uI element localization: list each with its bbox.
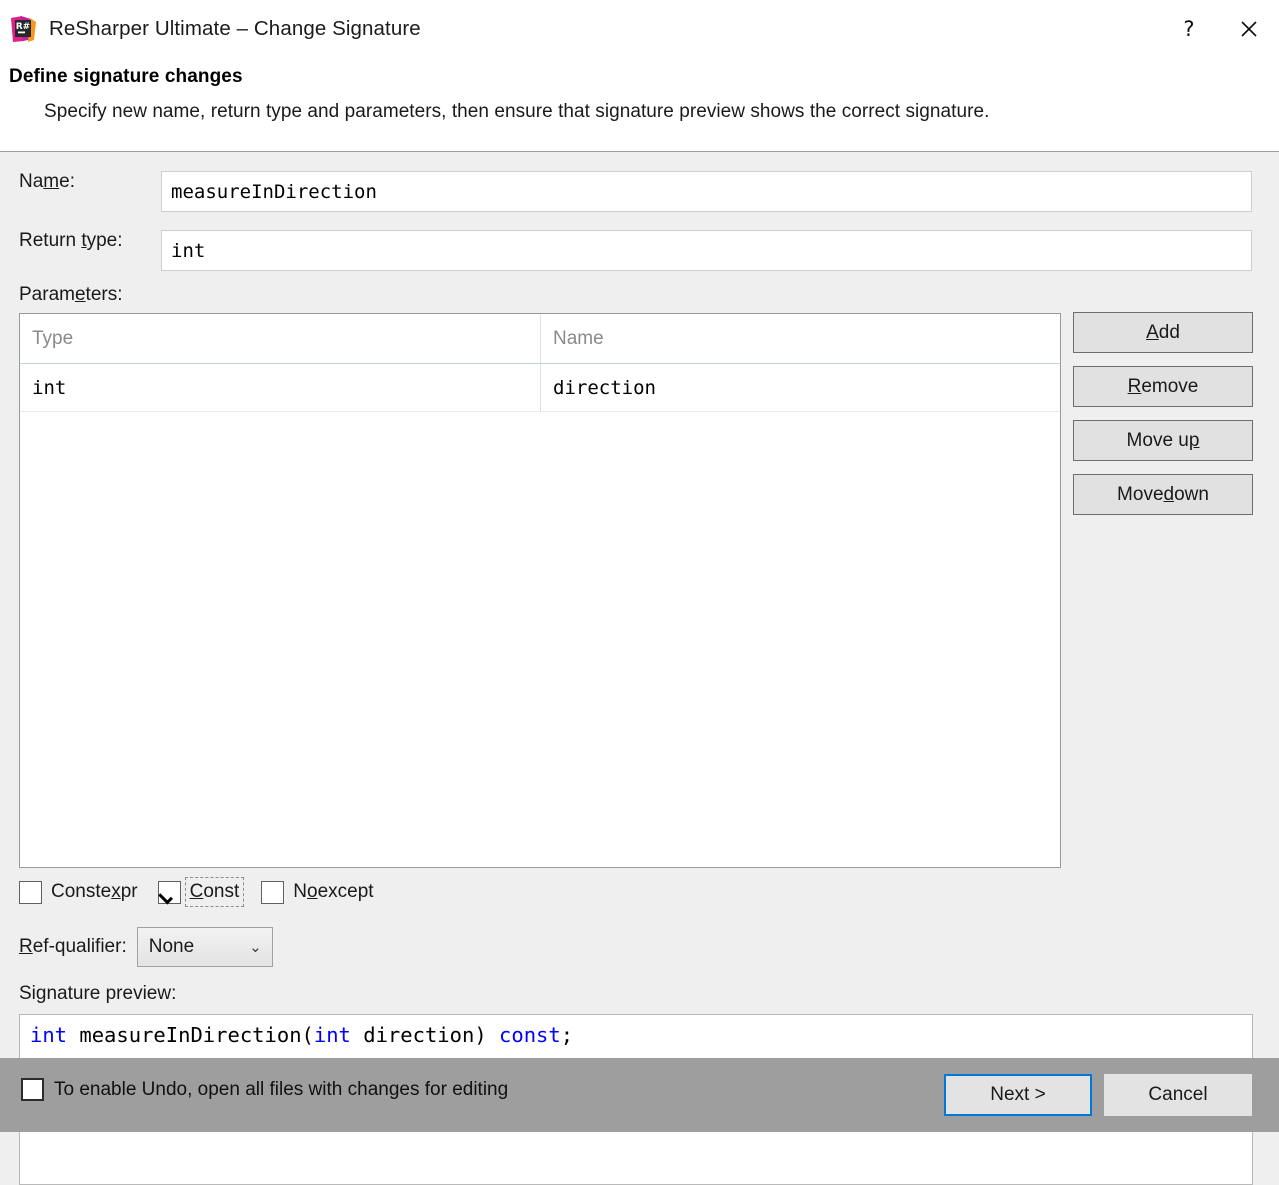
sig-token-2: int xyxy=(313,1023,351,1047)
ref-qualifier-label: Ref-qualifier: xyxy=(19,936,127,957)
constexpr-label[interactable]: Constexpr xyxy=(51,881,138,903)
name-label: Name: xyxy=(19,171,75,192)
undo-option[interactable]: To enable Undo, open all files with chan… xyxy=(21,1078,508,1101)
sig-token-5: ; xyxy=(560,1023,574,1047)
ref-qualifier-row: Ref-qualifier: None ⌄ xyxy=(19,927,273,967)
column-header-type[interactable]: Type xyxy=(20,314,541,363)
resharper-logo-icon: R# xyxy=(9,15,37,43)
svg-text:R#: R# xyxy=(16,22,30,32)
remove-button[interactable]: Remove xyxy=(1073,366,1253,407)
const-checkbox[interactable] xyxy=(157,880,181,904)
cell-type[interactable]: int xyxy=(20,364,541,411)
name-row: Name: measureInDirection xyxy=(0,171,1279,212)
name-input-value: measureInDirection xyxy=(171,180,377,203)
title-bar-buttons: ? xyxy=(1159,0,1279,57)
help-icon[interactable]: ? xyxy=(1159,0,1219,57)
close-icon[interactable] xyxy=(1219,0,1279,57)
ref-qualifier-value: None xyxy=(148,936,195,957)
modifier-options-row: Constexpr Const Noexcept xyxy=(19,877,374,907)
sig-token-3: direction) xyxy=(350,1023,500,1047)
undo-checkbox[interactable] xyxy=(21,1078,44,1101)
parameters-table-header: Type Name xyxy=(20,314,1060,364)
next-button[interactable]: Next > xyxy=(944,1074,1092,1116)
dialog-header: Define signature changes Specify new nam… xyxy=(0,57,1279,152)
dialog-footer: To enable Undo, open all files with chan… xyxy=(0,1058,1279,1132)
footer-buttons: Next > Cancel xyxy=(944,1074,1252,1116)
noexcept-label[interactable]: Noexcept xyxy=(293,881,373,903)
change-signature-dialog: R# ReSharper Ultimate – Change Signature… xyxy=(0,0,1279,1185)
option-noexcept[interactable]: Noexcept xyxy=(261,880,374,904)
return-type-input[interactable]: int xyxy=(161,230,1252,271)
ref-qualifier-select[interactable]: None ⌄ xyxy=(136,927,273,967)
parameters-table[interactable]: Type Name int direction xyxy=(19,313,1061,868)
dialog-body: Name: measureInDirection Return type: in… xyxy=(0,152,1279,1185)
option-const[interactable]: Const xyxy=(157,877,245,907)
cancel-button[interactable]: Cancel xyxy=(1104,1074,1252,1116)
sig-token-1: measureInDirection( xyxy=(67,1023,314,1047)
move-up-button[interactable]: Move up xyxy=(1073,420,1253,461)
name-input[interactable]: measureInDirection xyxy=(161,171,1252,212)
parameter-action-buttons: Add Remove Move up Move d own xyxy=(1073,312,1253,515)
parameters-label: Parameters: xyxy=(19,284,123,305)
const-label[interactable]: Const xyxy=(184,877,245,907)
page-title: Define signature changes xyxy=(9,66,243,87)
chevron-down-icon: ⌄ xyxy=(249,938,262,956)
window-title: ReSharper Ultimate – Change Signature xyxy=(49,16,421,40)
sig-token-0: int xyxy=(30,1023,68,1047)
add-button[interactable]: Add xyxy=(1073,312,1253,353)
column-header-name[interactable]: Name xyxy=(541,314,1060,363)
table-row[interactable]: int direction xyxy=(20,364,1060,412)
sig-token-4: const xyxy=(499,1023,561,1047)
svg-text:?: ? xyxy=(1183,17,1194,41)
move-down-button[interactable]: Move d own xyxy=(1073,474,1253,515)
return-type-label: Return type: xyxy=(19,230,123,251)
cell-name[interactable]: direction xyxy=(541,364,1060,411)
noexcept-checkbox[interactable] xyxy=(261,880,285,904)
option-constexpr[interactable]: Constexpr xyxy=(19,880,138,904)
return-type-row: Return type: int xyxy=(0,230,1279,271)
signature-preview-label: Signature preview: xyxy=(19,983,177,1004)
title-bar: R# ReSharper Ultimate – Change Signature… xyxy=(0,0,1279,57)
return-type-input-value: int xyxy=(171,239,206,262)
constexpr-checkbox[interactable] xyxy=(19,880,42,904)
undo-checkbox-label[interactable]: To enable Undo, open all files with chan… xyxy=(54,1079,508,1101)
page-subtitle: Specify new name, return type and parame… xyxy=(44,101,990,122)
